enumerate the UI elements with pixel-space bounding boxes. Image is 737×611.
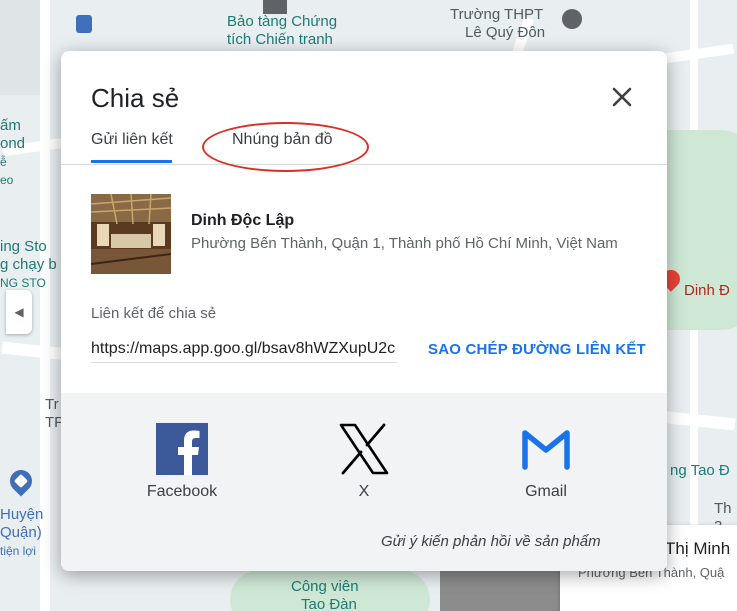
- map-label-district: Huyện Quận) tiện lợi: [0, 506, 44, 558]
- share-gmail-label: Gmail: [525, 483, 567, 500]
- map-label-pin: Dinh Đ: [684, 282, 730, 299]
- bus-stop-icon: [76, 15, 92, 33]
- share-facebook-label: Facebook: [146, 483, 218, 500]
- close-icon: [612, 87, 632, 107]
- map-label-museum: Bảo tàng Chứng tích Chiến tranh: [227, 13, 338, 48]
- share-targets-panel: Facebook X Gmail Gửi ý kiến phản hồi về …: [61, 393, 667, 571]
- x-icon: [339, 423, 389, 475]
- map-block: [0, 0, 40, 95]
- share-x-button[interactable]: X: [304, 423, 424, 501]
- place-thumbnail: [91, 194, 171, 274]
- map-label-right-mid: ng Tao Đ: [670, 462, 730, 479]
- feedback-link[interactable]: Gửi ý kiến phản hồi về sản phẩm: [381, 533, 601, 550]
- school-icon: [562, 9, 582, 29]
- facebook-icon: [156, 423, 208, 475]
- share-facebook-button[interactable]: Facebook: [122, 423, 242, 501]
- collapse-panel-button[interactable]: ◀: [6, 290, 32, 334]
- close-button[interactable]: [606, 81, 638, 113]
- dialog-title: Chia sẻ: [91, 83, 180, 113]
- share-gmail-button[interactable]: Gmail: [486, 423, 606, 501]
- copy-link-button[interactable]: SAO CHÉP ĐƯỜNG LIÊN KẾT: [428, 341, 646, 358]
- district-pin-icon[interactable]: [5, 465, 37, 497]
- map-label-left-mid: ing Sto g chạy b NG STO: [0, 238, 57, 290]
- map-label-left-top: ấm ond ễ eo: [0, 117, 26, 187]
- share-link-label: Liên kết để chia sẻ: [91, 305, 217, 322]
- place-card-title: Thị Minh: [665, 539, 731, 558]
- chevron-left-icon: ◀: [14, 305, 24, 319]
- map-label-park: Công viên Tao Đàn: [291, 578, 359, 611]
- share-link-input[interactable]: [91, 336, 397, 363]
- tab-send-link[interactable]: Gửi liên kết: [91, 131, 173, 163]
- gmail-icon: [522, 430, 570, 470]
- share-dialog: Chia sẻ Gửi liên kết Nhúng bản đồ Dinh Đ…: [61, 51, 667, 571]
- annotation-circle: [202, 122, 369, 172]
- share-x-label: X: [358, 483, 370, 500]
- museum-icon: [263, 0, 287, 14]
- map-label-school: Trường THPT Lê Quý Đôn: [450, 6, 546, 41]
- place-address: Phường Bến Thành, Quận 1, Thành phố Hồ C…: [191, 235, 618, 252]
- place-name: Dinh Độc Lập: [191, 212, 295, 229]
- map-photo-thumbnail[interactable]: [440, 571, 560, 611]
- active-tab-indicator: [91, 160, 172, 163]
